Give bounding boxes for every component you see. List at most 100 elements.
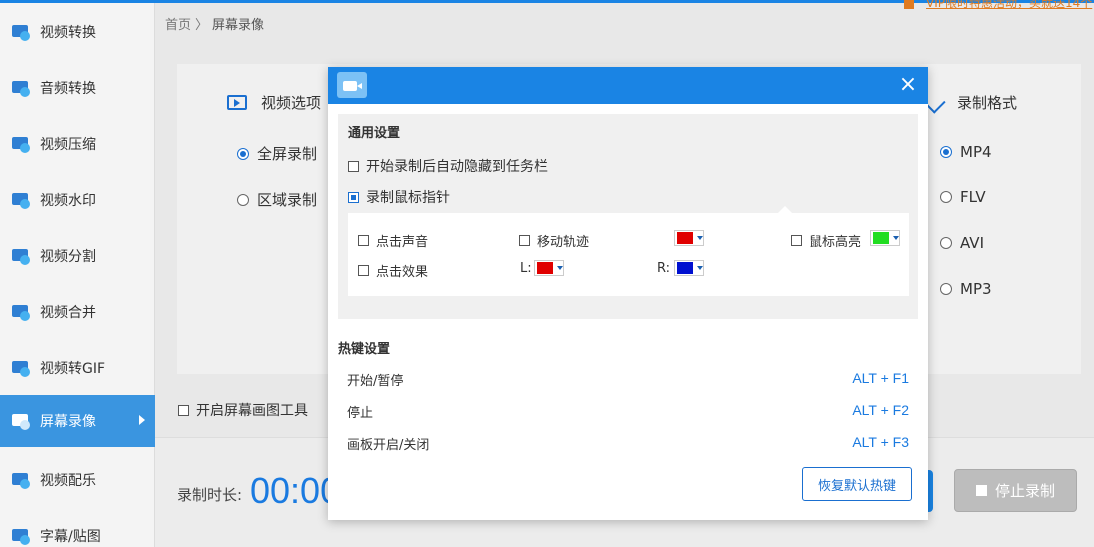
hotkey-row[interactable]: 停止 ALT + F2: [347, 402, 909, 421]
sidebar-item-label: 视频合并: [40, 305, 96, 321]
radio-button[interactable]: [237, 147, 249, 160]
reset-hotkeys-button[interactable]: 恢复默认热键: [802, 467, 912, 501]
highlight-color-picker[interactable]: [870, 230, 900, 246]
video-options-label: 视频选项: [261, 94, 322, 112]
sidebar: 视频转换 音频转换 视频压缩 视频水印 视频分割 视频合并 视频转GIF 屏幕录…: [0, 3, 155, 547]
hotkey-value[interactable]: ALT + F3: [852, 434, 909, 453]
checkbox[interactable]: [348, 160, 359, 172]
radio-button[interactable]: [940, 191, 952, 203]
record-cursor-checkbox[interactable]: 录制鼠标指针: [348, 187, 450, 207]
checkbox-label: 移动轨迹: [537, 235, 590, 250]
sidebar-item-label: 视频分割: [40, 249, 96, 265]
promo-notice-link[interactable]: VIP限时特惠活动，买就送14个: [904, 0, 1092, 11]
general-settings-section: 通用设置 开始录制后自动隐藏到任务栏 录制鼠标指针 点击声音 移动轨迹 鼠标高亮…: [338, 114, 918, 319]
stop-icon: [975, 485, 987, 496]
radio-label: FLV: [960, 188, 986, 206]
track-color-picker[interactable]: [674, 230, 704, 246]
settings-dialog: × 通用设置 开始录制后自动隐藏到任务栏 录制鼠标指针 点击声音 移动轨迹 鼠标…: [328, 67, 928, 520]
dropdown-arrow-icon: [893, 236, 899, 240]
checkbox[interactable]: [791, 235, 802, 246]
hotkey-row[interactable]: 开始/暂停 ALT + F1: [347, 370, 909, 389]
sidebar-item-video-music[interactable]: 视频配乐: [0, 454, 155, 506]
radio-fullscreen[interactable]: 全屏录制: [237, 143, 317, 164]
radio-label: MP4: [960, 143, 992, 161]
sidebar-item-label: 屏幕录像: [40, 414, 96, 430]
video-convert-icon: [10, 21, 32, 43]
radio-button[interactable]: [940, 237, 952, 249]
sidebar-item-video-convert[interactable]: 视频转换: [0, 6, 155, 58]
general-settings-title: 通用设置: [348, 126, 401, 141]
color-swatch: [677, 262, 693, 274]
click-sound-checkbox[interactable]: 点击声音: [358, 231, 428, 250]
video-watermark-icon: [10, 189, 32, 211]
dialog-header: ×: [328, 67, 928, 104]
mouse-options-box: 点击声音 移动轨迹 鼠标高亮 点击效果 L: R:: [348, 206, 909, 296]
close-icon[interactable]: ×: [898, 74, 918, 96]
sidebar-item-label: 音频转换: [40, 81, 96, 97]
click-effect-checkbox[interactable]: 点击效果: [358, 261, 428, 280]
dropdown-arrow-icon: [697, 266, 703, 270]
video-icon: [227, 95, 247, 110]
sidebar-item-label: 视频水印: [40, 193, 96, 209]
checkbox-label: 开始录制后自动隐藏到任务栏: [366, 159, 548, 175]
sidebar-item-video-gif[interactable]: 视频转GIF: [0, 342, 155, 394]
sidebar-item-label: 视频配乐: [40, 473, 96, 489]
stop-record-button[interactable]: 停止录制: [954, 469, 1077, 512]
checkbox-label: 点击声音: [376, 235, 429, 250]
checkbox[interactable]: [178, 404, 189, 416]
radio-region[interactable]: 区域录制: [237, 189, 317, 210]
hotkey-value[interactable]: ALT + F1: [852, 370, 909, 389]
sidebar-item-video-watermark[interactable]: 视频水印: [0, 174, 155, 226]
sidebar-item-video-split[interactable]: 视频分割: [0, 230, 155, 282]
breadcrumb-separator: 〉: [195, 18, 209, 33]
checkbox-checked[interactable]: [348, 191, 359, 203]
hotkey-row[interactable]: 画板开启/关闭 ALT + F3: [347, 434, 909, 453]
subtitle-icon: [10, 525, 32, 547]
right-click-label: R:: [657, 261, 671, 276]
radio-button[interactable]: [940, 283, 952, 295]
radio-label: 区域录制: [257, 191, 318, 209]
checkbox-label: 开启屏幕画图工具: [196, 403, 308, 419]
dropdown-arrow-icon: [697, 236, 703, 240]
checkbox-label: 点击效果: [376, 265, 429, 280]
sidebar-item-label: 视频压缩: [40, 137, 96, 153]
sidebar-item-audio-convert[interactable]: 音频转换: [0, 62, 155, 114]
sidebar-item-video-merge[interactable]: 视频合并: [0, 286, 155, 338]
checkbox[interactable]: [519, 235, 530, 246]
sidebar-item-subtitle[interactable]: 字幕/贴图: [0, 510, 155, 547]
left-click-label: L:: [520, 261, 532, 276]
checkbox[interactable]: [358, 235, 369, 246]
screen-record-icon: [10, 410, 32, 432]
breadcrumb-current: 屏幕录像: [212, 18, 265, 33]
checkbox-label: 鼠标高亮: [809, 235, 862, 250]
video-compress-icon: [10, 133, 32, 155]
hotkey-settings-title: 热键设置: [338, 342, 391, 357]
left-click-color-picker[interactable]: [534, 260, 564, 276]
radio-format-mp4[interactable]: MP4: [940, 143, 992, 161]
radio-button[interactable]: [940, 146, 952, 158]
sidebar-item-screen-record[interactable]: 屏幕录像: [0, 395, 155, 447]
hotkey-value[interactable]: ALT + F2: [852, 402, 909, 421]
radio-format-mp3[interactable]: MP3: [940, 280, 992, 298]
dropdown-arrow-icon: [557, 266, 563, 270]
record-format-title: 录制格式: [924, 91, 1018, 114]
sidebar-item-video-compress[interactable]: 视频压缩: [0, 118, 155, 170]
radio-format-avi[interactable]: AVI: [940, 234, 984, 252]
record-format-label: 录制格式: [957, 94, 1018, 112]
video-merge-icon: [10, 301, 32, 323]
duration-value: 00:00: [250, 470, 341, 511]
camera-icon: [337, 72, 367, 98]
color-swatch: [677, 232, 693, 244]
move-track-checkbox[interactable]: 移动轨迹: [519, 231, 589, 250]
drawing-tool-checkbox[interactable]: 开启屏幕画图工具: [178, 400, 308, 420]
sidebar-item-label: 字幕/贴图: [40, 529, 101, 545]
chevron-right-icon: [139, 415, 145, 425]
radio-label: 全屏录制: [257, 145, 318, 163]
checkbox[interactable]: [358, 265, 369, 276]
hide-taskbar-checkbox[interactable]: 开始录制后自动隐藏到任务栏: [348, 156, 548, 176]
cursor-highlight-checkbox[interactable]: 鼠标高亮: [791, 231, 861, 250]
radio-button[interactable]: [237, 193, 249, 206]
radio-format-flv[interactable]: FLV: [940, 188, 986, 206]
breadcrumb-home[interactable]: 首页: [165, 18, 191, 33]
right-click-color-picker[interactable]: [674, 260, 704, 276]
